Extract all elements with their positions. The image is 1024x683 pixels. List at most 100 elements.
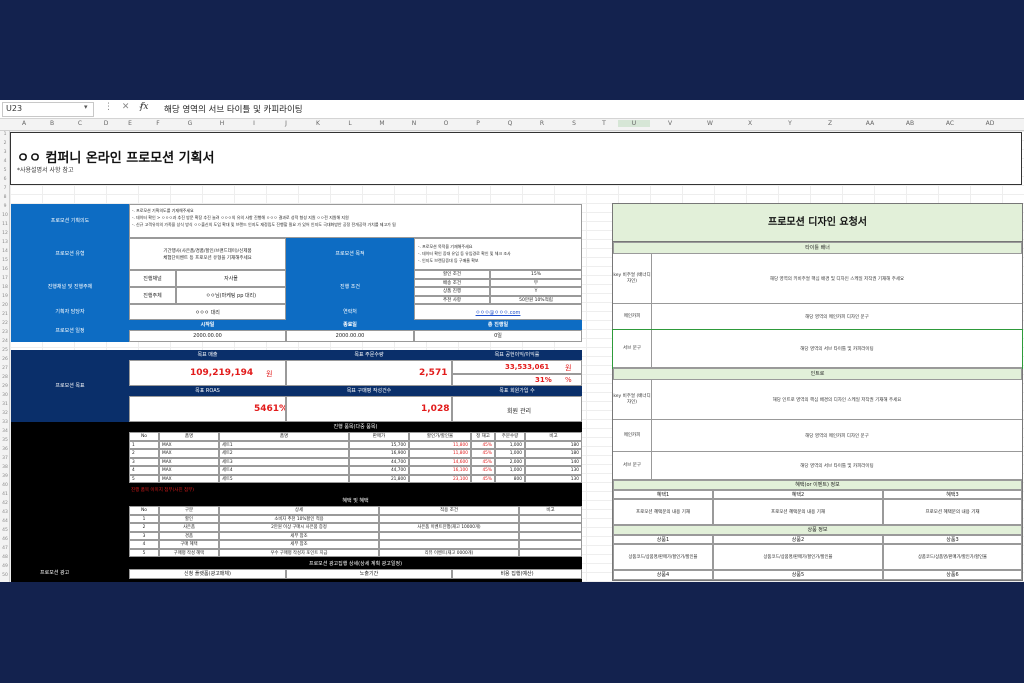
row-header[interactable]: 29 <box>0 384 10 389</box>
goal-cell[interactable]: -. 프로모션 목적을 기재해주세요 -. 데이터 확인 증대 유입 등 유입경… <box>414 238 582 270</box>
row-header[interactable]: 35 <box>0 438 10 443</box>
row-header[interactable]: 49 <box>0 564 10 569</box>
row-header[interactable]: 40 <box>0 483 10 488</box>
benefit-cell[interactable]: 사은품 <box>159 523 219 532</box>
intro-copy-row[interactable]: 메인카피 해당 영역의 메인카피 디자인 문구 <box>613 420 1022 452</box>
row-header[interactable]: 21 <box>0 312 10 317</box>
row-header[interactable]: 37 <box>0 456 10 461</box>
row-header[interactable]: 43 <box>0 510 10 515</box>
column-header[interactable]: AC <box>930 120 970 127</box>
product-cell[interactable]: 1 <box>129 440 159 449</box>
benefit-cell[interactable]: 리뷰 이벤트(재고 0000개) <box>379 548 519 557</box>
product-value[interactable]: 상품코드/상품명/판매가/할인가/할인율 <box>883 544 1022 570</box>
benefit-cell[interactable] <box>379 540 519 549</box>
column-header[interactable]: O <box>430 120 462 127</box>
benefit-note-cell[interactable] <box>519 514 582 523</box>
column-header[interactable]: AB <box>890 120 930 127</box>
target-orders-cell[interactable]: 2,571 <box>286 360 452 386</box>
condition-value[interactable]: 50만원 10%적립 <box>490 295 582 304</box>
row-header[interactable]: 13 <box>0 240 10 245</box>
row-header[interactable]: 48 <box>0 555 10 560</box>
row-header[interactable]: 25 <box>0 348 10 353</box>
row-header[interactable]: 6 <box>0 177 10 182</box>
column-header[interactable]: V <box>650 120 690 127</box>
insert-function-icon[interactable]: fx <box>140 102 148 112</box>
intent-cell[interactable]: -. 프로모션 기획의도를 기재해주세요 -. 데이터 확인 > ㅇㅇㅇ과 추진… <box>129 204 582 238</box>
benefit-cell[interactable]: 경품 <box>159 531 219 540</box>
product-cell[interactable]: 45% <box>471 474 495 483</box>
product-cell[interactable]: 21,800 <box>349 474 409 483</box>
product-cell[interactable]: 4 <box>129 466 159 475</box>
product-cell[interactable]: 11,800 <box>409 449 471 458</box>
column-header[interactable]: J <box>270 120 302 127</box>
product-cell[interactable]: 45% <box>471 466 495 475</box>
benefit-cell[interactable]: 사은품 이벤트진행(재고 10000개) <box>379 523 519 532</box>
product-cell[interactable]: MAX <box>159 466 219 475</box>
column-header[interactable]: I <box>238 120 270 127</box>
product-cell[interactable]: 1,000 <box>495 466 525 475</box>
benefit-note-cell[interactable] <box>519 523 582 532</box>
column-header[interactable]: Z <box>810 120 850 127</box>
row-header[interactable]: 15 <box>0 258 10 263</box>
benefit-cell[interactable]: 1 <box>129 514 159 523</box>
row-header[interactable]: 5 <box>0 168 10 173</box>
product-value[interactable]: 상품코드/상품명/판매가/할인가/할인율 <box>713 544 883 570</box>
product-cell[interactable]: 180 <box>525 440 582 449</box>
product-cell[interactable]: 45% <box>471 449 495 458</box>
target-signup-cell[interactable]: 회원 관리 <box>452 396 582 422</box>
product-cell[interactable]: 14,600 <box>409 457 471 466</box>
banner-visual-row[interactable]: key 비주얼 (배너디자인) 해당 영역의 키비주얼 핵심 배경 및 디자인 … <box>613 254 1022 304</box>
row-header[interactable]: 16 <box>0 267 10 272</box>
benefit-note-cell[interactable] <box>519 548 582 557</box>
product-cell[interactable]: 11,800 <box>409 440 471 449</box>
benefit-cell[interactable]: 3 <box>129 531 159 540</box>
benefit-cell[interactable] <box>379 531 519 540</box>
product-cell[interactable]: 세트5 <box>219 474 349 483</box>
schedule-end[interactable]: 2000.00.00 <box>286 330 414 342</box>
row-header[interactable]: 19 <box>0 294 10 299</box>
target-sales-cell[interactable]: 109,219,194 원 <box>129 360 286 386</box>
target-profit-cell[interactable]: 33,533,061 원 <box>452 360 582 374</box>
product-cell[interactable]: MAX <box>159 457 219 466</box>
benefit-cell[interactable]: 2 <box>129 523 159 532</box>
column-header[interactable]: W <box>690 120 730 127</box>
benefit-cell[interactable]: 세부 참조 <box>219 531 379 540</box>
intro-visual-row[interactable]: key 비주얼 (배너디자인) 해당 인트로 영역의 핵심 배경의 디자인 스케… <box>613 380 1022 420</box>
product-cell[interactable]: 세트2 <box>219 449 349 458</box>
intro-sub-row[interactable]: 서브 문구 해당 영역의 서브 타이틀 및 카피라이팅 <box>613 452 1022 480</box>
product-cell[interactable]: 23,100 <box>409 474 471 483</box>
product-cell[interactable]: 44,700 <box>349 466 409 475</box>
row-header[interactable]: 30 <box>0 393 10 398</box>
formula-input[interactable]: 해당 영역의 서브 타이틀 및 카피라이팅 <box>164 103 303 115</box>
row-header[interactable]: 44 <box>0 519 10 524</box>
row-header[interactable]: 23 <box>0 330 10 335</box>
benefit-cell[interactable]: 우수 구매평 작성자 포인트 지급 <box>219 548 379 557</box>
row-header[interactable]: 9 <box>0 204 10 209</box>
product-cell[interactable]: 1,000 <box>495 449 525 458</box>
column-header[interactable]: AD <box>970 120 1010 127</box>
row-header[interactable]: 11 <box>0 222 10 227</box>
column-header[interactable]: S <box>558 120 590 127</box>
row-header[interactable]: 34 <box>0 429 10 434</box>
target-margin-cell[interactable]: 31% % <box>452 374 582 386</box>
column-header[interactable]: H <box>206 120 238 127</box>
condition-value[interactable]: 무 <box>490 278 582 287</box>
name-box[interactable]: U23 <box>2 102 94 117</box>
product-cell[interactable]: 세트4 <box>219 466 349 475</box>
row-header[interactable]: 18 <box>0 285 10 290</box>
benefit-cell[interactable]: 5 <box>129 548 159 557</box>
benefit-value[interactable]: 프로모션 혜택문의 내용 기재 <box>713 499 883 525</box>
type-cell[interactable]: 기간행사(사은품/경품/할인/브랜드데이)/신제품 체험단이벤트 등 프로모션 … <box>129 238 286 270</box>
benefit-cell[interactable]: 4 <box>129 540 159 549</box>
column-header[interactable]: D <box>94 120 118 127</box>
product-cell[interactable]: 세트1 <box>219 440 349 449</box>
row-header[interactable]: 46 <box>0 537 10 542</box>
column-header[interactable]: A <box>10 120 38 127</box>
banner-copy-row[interactable]: 메인카피 해당 영역의 메인카피 디자인 문구 <box>613 304 1022 330</box>
benefit-value[interactable]: 프로모션 혜택문의 내용 기재 <box>883 499 1022 525</box>
column-header[interactable]: P <box>462 120 494 127</box>
row-header[interactable]: 8 <box>0 195 10 200</box>
row-header[interactable]: 22 <box>0 321 10 326</box>
row-header[interactable]: 2 <box>0 141 10 146</box>
product-cell[interactable]: 3 <box>129 457 159 466</box>
